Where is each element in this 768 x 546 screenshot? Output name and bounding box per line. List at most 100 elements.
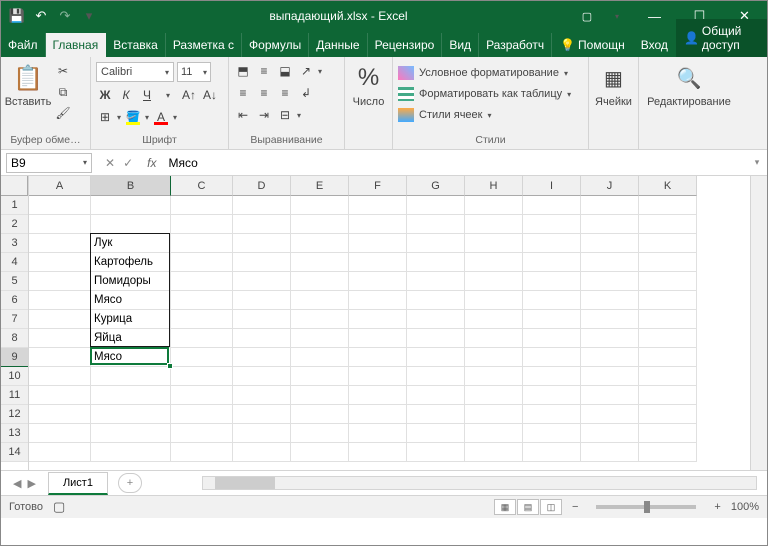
- cell[interactable]: [349, 329, 407, 348]
- cell[interactable]: [291, 329, 349, 348]
- cell[interactable]: [639, 310, 697, 329]
- cell[interactable]: [171, 405, 233, 424]
- cell[interactable]: [291, 272, 349, 291]
- cell[interactable]: [171, 196, 233, 215]
- cell[interactable]: [349, 234, 407, 253]
- cell[interactable]: Помидоры: [91, 272, 171, 291]
- cell[interactable]: Яйца: [91, 329, 171, 348]
- merge-dd[interactable]: ▾: [297, 111, 301, 120]
- wrap-text-icon[interactable]: ↲: [297, 84, 315, 102]
- decrease-indent-icon[interactable]: ⇤: [234, 106, 252, 124]
- font-name-select[interactable]: Calibri▾: [96, 62, 174, 82]
- cell[interactable]: [581, 405, 639, 424]
- zoom-slider[interactable]: [596, 505, 696, 509]
- cell[interactable]: [639, 405, 697, 424]
- macro-record-icon[interactable]: ▢: [53, 499, 65, 515]
- cell[interactable]: [639, 234, 697, 253]
- enter-formula-icon[interactable]: ✓: [123, 156, 133, 170]
- cell[interactable]: [465, 348, 523, 367]
- ribbon-options-icon[interactable]: ▢: [572, 1, 602, 31]
- cell[interactable]: [29, 291, 91, 310]
- cell[interactable]: [523, 234, 581, 253]
- cell[interactable]: [639, 272, 697, 291]
- cell[interactable]: [171, 234, 233, 253]
- row-header[interactable]: 1: [1, 196, 28, 215]
- cell[interactable]: [407, 253, 465, 272]
- cell[interactable]: [523, 348, 581, 367]
- merge-icon[interactable]: ⊟: [276, 106, 294, 124]
- editing-button[interactable]: 🔍 Редактирование: [644, 60, 734, 108]
- cell[interactable]: [523, 196, 581, 215]
- row-header[interactable]: 6: [1, 291, 28, 310]
- cell[interactable]: [581, 215, 639, 234]
- orientation-icon[interactable]: ↗: [297, 62, 315, 80]
- cell[interactable]: [349, 272, 407, 291]
- cell[interactable]: [407, 329, 465, 348]
- paste-button[interactable]: 📋 Вставить: [6, 60, 50, 108]
- page-break-view-button[interactable]: ◫: [540, 499, 562, 515]
- cells-button[interactable]: ▦ Ячейки: [594, 60, 633, 108]
- cell[interactable]: [29, 329, 91, 348]
- cell[interactable]: [639, 424, 697, 443]
- cell[interactable]: [171, 253, 233, 272]
- cell[interactable]: [29, 386, 91, 405]
- cell[interactable]: Мясо: [91, 291, 171, 310]
- orient-dd[interactable]: ▾: [318, 67, 322, 76]
- cell[interactable]: [233, 443, 291, 462]
- cell[interactable]: [407, 348, 465, 367]
- cell[interactable]: [581, 196, 639, 215]
- ribbon-options-dd[interactable]: ▾: [602, 1, 632, 31]
- name-box[interactable]: B9▾: [6, 153, 92, 173]
- cell[interactable]: [349, 310, 407, 329]
- tab-home[interactable]: Главная: [46, 33, 107, 57]
- cell[interactable]: [523, 329, 581, 348]
- cell[interactable]: [349, 196, 407, 215]
- cell[interactable]: [465, 386, 523, 405]
- cell[interactable]: [29, 196, 91, 215]
- row-header[interactable]: 11: [1, 386, 28, 405]
- underline-dd[interactable]: ▾: [159, 86, 177, 104]
- cell[interactable]: [171, 443, 233, 462]
- cell[interactable]: [639, 253, 697, 272]
- cell[interactable]: Мясо: [91, 348, 171, 367]
- align-top-icon[interactable]: ⬒: [234, 62, 252, 80]
- tab-layout[interactable]: Разметка с: [166, 33, 242, 57]
- add-sheet-button[interactable]: +: [118, 473, 142, 493]
- cell[interactable]: [291, 405, 349, 424]
- cell[interactable]: Курица: [91, 310, 171, 329]
- sheet-next-icon[interactable]: ▶: [27, 477, 35, 490]
- redo-icon[interactable]: ↷: [57, 8, 73, 24]
- cell[interactable]: [465, 215, 523, 234]
- cell[interactable]: [233, 310, 291, 329]
- cell[interactable]: [407, 367, 465, 386]
- row-header[interactable]: 9: [1, 348, 28, 367]
- cell[interactable]: [29, 272, 91, 291]
- col-header[interactable]: B: [91, 176, 171, 196]
- cell[interactable]: [581, 367, 639, 386]
- fontcolor-dd[interactable]: ▾: [173, 113, 177, 122]
- cell[interactable]: [639, 443, 697, 462]
- italic-button[interactable]: К: [117, 86, 135, 104]
- tab-formulas[interactable]: Формулы: [242, 33, 309, 57]
- col-header[interactable]: I: [523, 176, 581, 196]
- cell[interactable]: [171, 272, 233, 291]
- fill-handle[interactable]: [167, 363, 173, 369]
- cell[interactable]: [465, 443, 523, 462]
- sheet-prev-icon[interactable]: ◀: [13, 477, 21, 490]
- col-header[interactable]: G: [407, 176, 465, 196]
- cell[interactable]: [523, 424, 581, 443]
- cell[interactable]: [465, 253, 523, 272]
- number-format-button[interactable]: % Число: [350, 60, 387, 108]
- cell[interactable]: [407, 196, 465, 215]
- fill-dd[interactable]: ▾: [145, 113, 149, 122]
- cell[interactable]: [91, 367, 171, 386]
- cell[interactable]: [523, 310, 581, 329]
- row-header[interactable]: 3: [1, 234, 28, 253]
- cell[interactable]: [465, 424, 523, 443]
- cell[interactable]: Лук: [91, 234, 171, 253]
- cell[interactable]: [349, 367, 407, 386]
- align-bottom-icon[interactable]: ⬓: [276, 62, 294, 80]
- row-header[interactable]: 2: [1, 215, 28, 234]
- fill-color-icon[interactable]: 🪣: [124, 108, 142, 126]
- bold-button[interactable]: Ж: [96, 86, 114, 104]
